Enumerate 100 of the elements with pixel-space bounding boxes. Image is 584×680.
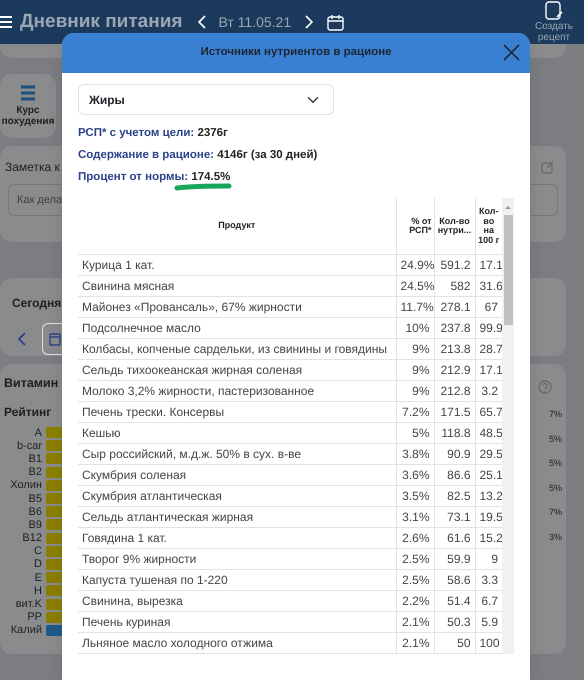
vitamin-label: B12 bbox=[21, 531, 42, 546]
product-column-header: Продукт bbox=[218, 221, 256, 231]
table-cell: 237.8 bbox=[434, 317, 475, 338]
vitamin-label: B6 bbox=[28, 504, 42, 519]
table-cell: Курица 1 кат. bbox=[78, 254, 396, 276]
vitamin-label: Калий bbox=[10, 623, 42, 638]
table-cell: 86.6 bbox=[434, 464, 475, 486]
table-cell: 5% bbox=[396, 422, 434, 444]
calendar-icon bbox=[49, 332, 61, 346]
date-label: Вт 11.05.21 bbox=[218, 12, 292, 32]
vitamin-label: B2 bbox=[28, 465, 42, 480]
vitamin-label: PP bbox=[26, 610, 42, 624]
recipe-icon[interactable] bbox=[545, 1, 563, 21]
vitamin-label: D bbox=[33, 557, 42, 572]
vitamin-label: C bbox=[33, 544, 42, 558]
vitamin-label: B9 bbox=[28, 518, 42, 532]
stat-line: Содержание в рационе: 4146г (за 30 дней) bbox=[78, 148, 318, 163]
table-cell: 73.1 bbox=[434, 506, 475, 528]
table-cell: 2.6% bbox=[396, 527, 434, 548]
table-cell: Колбасы, копченые сардельки, из свинины и говядины bbox=[78, 338, 396, 360]
table-cell: 90.9 bbox=[434, 443, 475, 464]
percent-label: 3% bbox=[548, 530, 562, 544]
table-cell: Майонез «Провансаль», 67% жирности bbox=[78, 296, 396, 318]
today-title: Сегодня bbox=[12, 295, 62, 312]
table-cell: Кешью bbox=[78, 422, 396, 444]
table-cell: Творог 9% жирности bbox=[78, 548, 396, 570]
table-cell: Сыр российский, м.д.ж. 50% в сух. в-ве bbox=[78, 443, 396, 464]
stat-line: РСП* с учетом цели: 2376г bbox=[78, 127, 228, 141]
table-cell: 9% bbox=[396, 380, 434, 402]
table-cell: Говядина 1 кат. bbox=[78, 527, 396, 548]
nutrient-select[interactable]: Жиры bbox=[78, 84, 334, 115]
table-cell: 58.6 bbox=[434, 569, 475, 590]
table-cell: 7.2% bbox=[396, 401, 434, 422]
table-cell: 278.1 bbox=[434, 296, 475, 318]
table-cell: Печень куриная bbox=[78, 611, 396, 632]
table-cell: 3.8% bbox=[396, 443, 434, 464]
tile-label: Курс похудения bbox=[0, 104, 56, 128]
scroll-up-icon[interactable] bbox=[504, 204, 512, 210]
table-cell: 171.5 bbox=[434, 401, 475, 422]
table-cell: 3.1% bbox=[396, 506, 434, 528]
rating-title: Рейтинг bbox=[4, 404, 52, 421]
table-cell: Льняное масло холодного отжима bbox=[78, 632, 396, 654]
menu-icon[interactable] bbox=[0, 15, 12, 29]
table-cell: Свинина, вырезка bbox=[78, 590, 396, 612]
app-title: Дневник питания bbox=[20, 10, 182, 34]
table-cell: 50 bbox=[434, 632, 475, 654]
table-cell: 82.5 bbox=[434, 485, 475, 506]
table-cell: 59.9 bbox=[434, 548, 475, 570]
table-cell: 213.8 bbox=[434, 338, 475, 360]
vitamin-label: A bbox=[34, 426, 42, 440]
vitamin-label: b-car bbox=[16, 438, 42, 453]
amount-column-header: Кол-во нутри... bbox=[436, 216, 472, 236]
table-cell: 3.6% bbox=[396, 464, 434, 486]
close-button[interactable] bbox=[503, 44, 520, 61]
table-cell: 591.2 bbox=[434, 254, 475, 276]
table-cell: 51.4 bbox=[434, 590, 475, 612]
table-cell: 2.5% bbox=[396, 569, 434, 590]
scrollbar[interactable] bbox=[502, 198, 514, 654]
percent-label: 5% bbox=[548, 432, 562, 446]
scroll-thumb[interactable] bbox=[504, 215, 512, 326]
chevron-right-icon[interactable] bbox=[305, 15, 314, 29]
table-cell: 11.7% bbox=[396, 296, 434, 318]
vitamin-label: вит.K bbox=[14, 597, 42, 612]
table-cell: 50.3 bbox=[434, 611, 475, 632]
table-cell: 2.1% bbox=[396, 611, 434, 632]
vitamin-label: E bbox=[34, 570, 42, 585]
table-cell: Подсолнечное масло bbox=[78, 317, 396, 338]
table-cell: Печень трески. Консервы bbox=[78, 401, 396, 422]
table-cell: 9% bbox=[396, 338, 434, 360]
note-title: Заметка к bbox=[5, 159, 60, 176]
percent-label: 7% bbox=[548, 506, 562, 519]
vitamin-label: Холин bbox=[9, 478, 42, 492]
calendar-icon[interactable] bbox=[327, 14, 344, 30]
table-cell: Сельдь тихоокеанская жирная соленая bbox=[78, 359, 396, 380]
table-cell: Скумбрия атлантическая bbox=[78, 485, 396, 506]
table-cell: Скумбрия соленая bbox=[78, 464, 396, 486]
modal-title: Источники нутриентов в рационе bbox=[200, 45, 392, 60]
vitamin-label: H bbox=[33, 584, 42, 598]
table-cell: Свинина мясная bbox=[78, 275, 396, 296]
percent-label: 5% bbox=[548, 482, 562, 494]
table-cell: 24.5% bbox=[396, 275, 434, 296]
table-cell: 61.6 bbox=[434, 527, 475, 548]
vitamins-title: Витамин bbox=[4, 375, 58, 392]
stack-icon bbox=[19, 84, 37, 100]
percent-label: 5% bbox=[548, 457, 562, 470]
course-tile[interactable]: Курс похудения bbox=[0, 74, 56, 138]
table-cell: 118.8 bbox=[434, 422, 475, 444]
table-cell: 24.9% bbox=[396, 254, 434, 276]
table-cell: Молоко 3,2% жирности, пастеризованное bbox=[78, 380, 396, 402]
percent-label: 7% bbox=[548, 408, 562, 421]
vitamin-label: B1 bbox=[28, 452, 42, 466]
table-cell: 582 bbox=[434, 275, 475, 296]
table-cell: 9% bbox=[396, 359, 434, 380]
table-cell: 3.5% bbox=[396, 485, 434, 506]
table-cell: 212.8 bbox=[434, 380, 475, 402]
create-recipe-label[interactable]: Создать рецепт bbox=[528, 21, 580, 43]
table-cell: Капуста тушеная по 1-220 bbox=[78, 569, 396, 590]
table-cell: Сельдь атлантическая жирная bbox=[78, 506, 396, 528]
table-cell: 212.9 bbox=[434, 359, 475, 380]
percent-column-header: % от РСП* bbox=[408, 216, 432, 236]
